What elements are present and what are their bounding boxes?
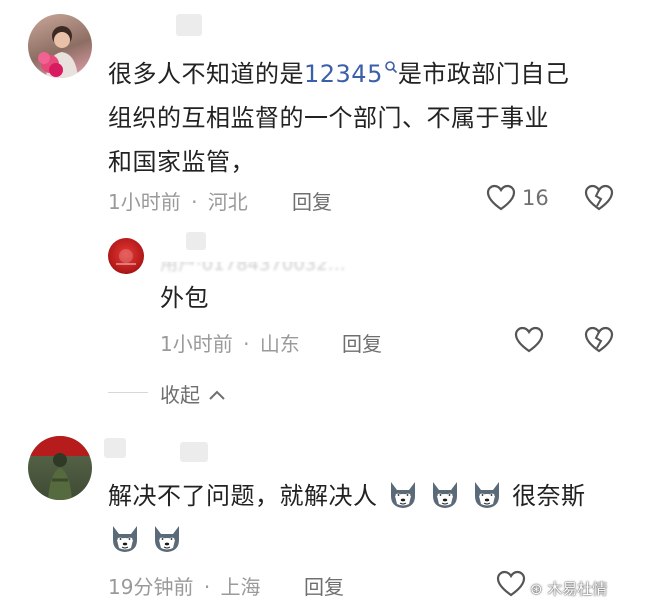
emoji-group [378, 482, 513, 510]
comment-text-part: 解决不了问题，就解决人 [108, 482, 378, 510]
wolf-emoji [390, 482, 415, 508]
comment-meta: 19分钟前 · 上海 [108, 571, 261, 600]
weibo-icon: ⊛ [530, 580, 543, 598]
comment-text-part: 很多人不知道的是 [108, 60, 304, 88]
wolf-emoji [155, 526, 180, 552]
avatar[interactable] [108, 238, 144, 274]
watermark-text: 木易杜情 [547, 580, 608, 598]
separator-dot: · [191, 190, 198, 214]
avatar-image [38, 26, 78, 78]
username-blurred[interactable] [176, 14, 202, 36]
wolf-emoji [474, 482, 499, 508]
heart-icon[interactable] [496, 570, 526, 598]
comment-meta: 1小时前 · 河北 [108, 186, 248, 215]
wolf-emoji [432, 482, 457, 508]
comment-text-part: 是市政部门自己 [397, 60, 570, 88]
reply-button[interactable]: 回复 [292, 186, 332, 215]
search-link-label: 12345 [304, 60, 383, 88]
separator-dot: · [203, 575, 211, 599]
collapse-label: 收起 [160, 383, 200, 407]
comment-text: 解决不了问题，就解决人 很奈斯 [108, 474, 628, 518]
emoji-group [108, 526, 184, 554]
emoji-line [108, 518, 184, 562]
comment-text: 很多人不知道的是12345 是市政部门自己 [108, 52, 628, 96]
wolf-emoji [113, 526, 137, 552]
username-blurred[interactable] [180, 442, 208, 462]
avatar[interactable] [28, 14, 92, 78]
comment-time: 1小时前 [108, 190, 181, 214]
broken-heart-icon[interactable] [584, 184, 614, 212]
username-partial[interactable]: 用户·01784370032… [160, 262, 346, 276]
divider [108, 392, 148, 393]
search-icon [385, 61, 397, 74]
reply-button[interactable]: 回复 [342, 328, 382, 357]
avatar-image [28, 436, 92, 500]
comment-meta: 1小时前 · 山东 [160, 328, 300, 357]
username-blurred[interactable] [186, 232, 206, 250]
separator-dot: · [243, 332, 250, 356]
broken-heart-icon[interactable] [584, 326, 614, 354]
comment-text-part: 很奈斯 [512, 482, 586, 510]
heart-icon[interactable] [486, 184, 516, 212]
comment-text: 外包 [160, 284, 209, 312]
heart-icon[interactable] [514, 326, 544, 354]
avatar-image [116, 249, 136, 265]
comment-location: 河北 [207, 190, 248, 214]
comment-location: 上海 [220, 575, 261, 599]
comment-text-line: 组织的互相监督的一个部门、不属于事业 [108, 104, 549, 132]
comment-text-line: 和国家监管， [108, 148, 255, 176]
reply-button[interactable]: 回复 [304, 571, 344, 600]
chevron-up-icon [209, 390, 226, 400]
watermark: ⊛ 木易杜情 [530, 578, 607, 599]
avatar[interactable] [28, 436, 92, 500]
comment-location: 山东 [259, 332, 300, 356]
like-count: 16 [522, 186, 549, 210]
collapse-button[interactable]: 收起 [160, 379, 226, 408]
comment-time: 19分钟前 [108, 575, 194, 599]
search-link[interactable]: 12345 [304, 60, 398, 88]
comment-time: 1小时前 [160, 332, 233, 356]
username-blurred[interactable] [104, 438, 126, 458]
